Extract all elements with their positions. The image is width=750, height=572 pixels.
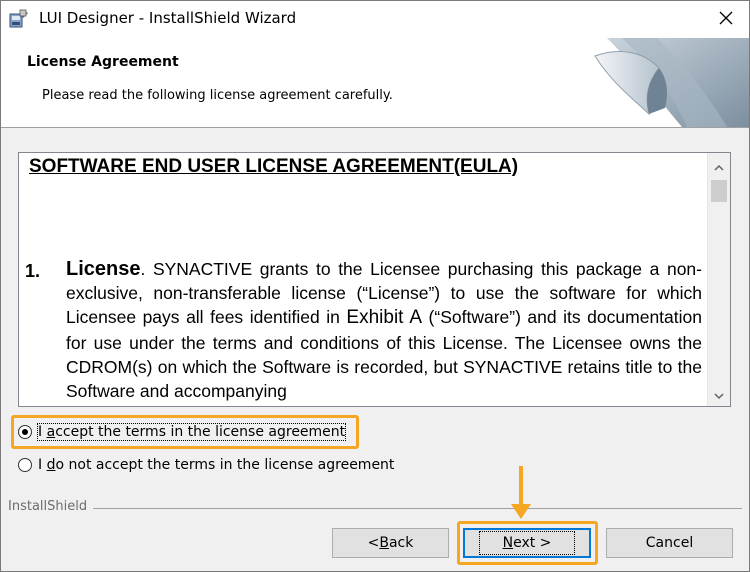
clause-number: 1. [25, 261, 41, 281]
chevron-down-icon [714, 385, 724, 404]
license-heading: SOFTWARE END USER LICENSE AGREEMENT(EULA… [29, 156, 519, 177]
decline-terms-option[interactable]: I do not accept the terms in the license… [18, 455, 394, 475]
installer-icon [9, 9, 29, 29]
installer-window: LUI Designer - InstallShield Wizard Lice… [0, 0, 750, 572]
window-title: LUI Designer - InstallShield Wizard [39, 9, 297, 27]
clause-body: License. SYNACTIVE grants to the License… [66, 257, 702, 403]
title-bar: LUI Designer - InstallShield Wizard [1, 1, 749, 38]
page-subtitle: Please read the following license agreem… [42, 88, 393, 103]
close-button[interactable] [703, 1, 749, 38]
accept-terms-option[interactable]: I accept the terms in the license agreem… [18, 422, 347, 442]
next-button-label: Next > [478, 531, 576, 555]
license-content: SOFTWARE END USER LICENSE AGREEMENT(EULA… [25, 153, 702, 406]
scroll-thumb[interactable] [711, 180, 727, 202]
installshield-label: InstallShield [8, 499, 94, 514]
license-textbox[interactable]: SOFTWARE END USER LICENSE AGREEMENT(EULA… [18, 152, 731, 407]
next-button[interactable]: Next > [463, 528, 591, 558]
accept-label: I accept the terms in the license agreem… [36, 423, 347, 441]
scroll-down-button[interactable] [708, 382, 730, 406]
decline-radio[interactable] [18, 458, 32, 472]
accept-radio[interactable] [18, 425, 32, 439]
chevron-up-icon [714, 156, 724, 175]
clause-exhibit: Exhibit A [346, 307, 423, 329]
banner-graphic [587, 38, 749, 127]
close-icon [718, 10, 734, 30]
scroll-up-button[interactable] [708, 153, 730, 177]
clause-title: License [66, 258, 141, 280]
footer-divider [8, 508, 742, 509]
back-button[interactable]: < Back [332, 528, 449, 558]
page-title: License Agreement [27, 54, 179, 70]
vertical-scrollbar[interactable] [707, 153, 730, 406]
arrow-down-icon [510, 466, 532, 520]
header-banner: License Agreement Please read the follow… [1, 38, 749, 128]
decline-label: I do not accept the terms in the license… [38, 457, 395, 473]
cancel-button[interactable]: Cancel [606, 528, 733, 558]
